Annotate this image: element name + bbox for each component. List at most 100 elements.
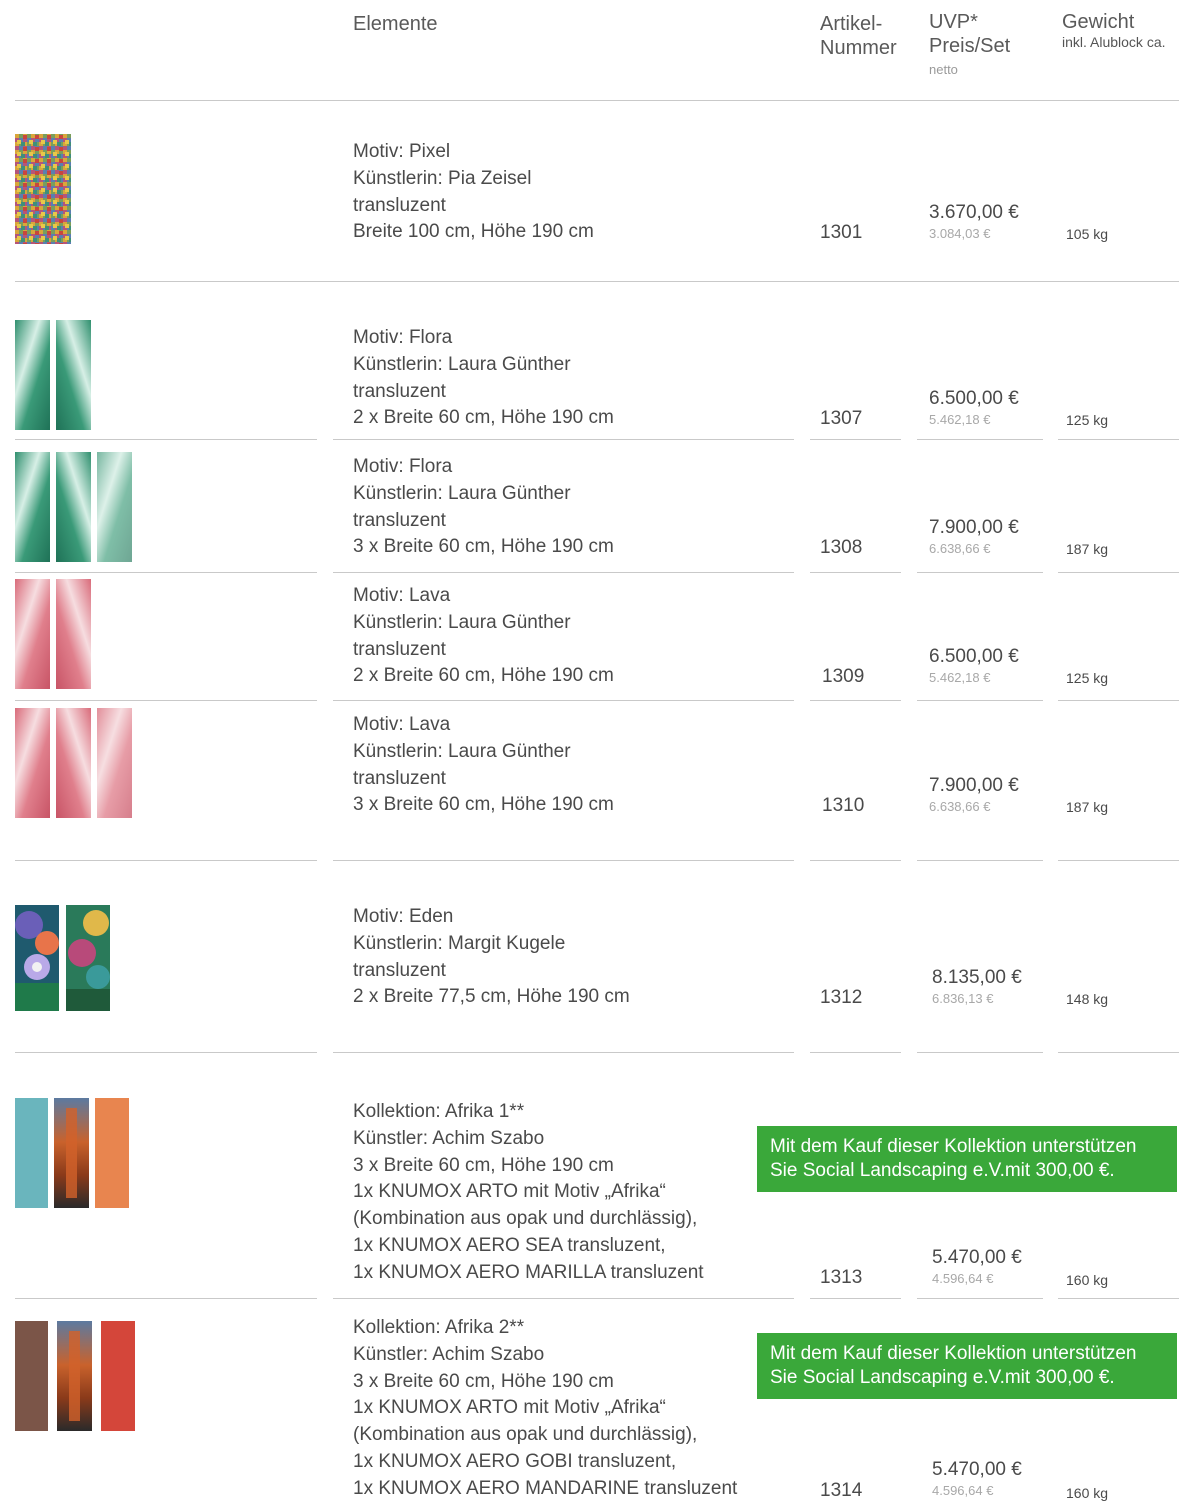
header-divider (15, 100, 1179, 101)
desc-line: Künstlerin: Laura Günther (353, 353, 571, 375)
row-divider (333, 1052, 794, 1053)
row-divider (810, 1298, 901, 1299)
price: 6.500,00 € (929, 388, 1019, 409)
net-price: 5.462,18 € (929, 412, 991, 427)
lava-panel (56, 708, 91, 818)
weight: 105 kg (1066, 226, 1109, 242)
product-description: Motiv: Flora Künstlerin: Laura Günther t… (353, 454, 614, 561)
row-divider (917, 439, 1043, 440)
donation-banner: Mit dem Kauf dieser Kollektion unterstüt… (757, 1126, 1177, 1192)
product-description: Motiv: Lava Künstlerin: Laura Günther tr… (353, 712, 614, 819)
desc-line: Breite 100 cm, Höhe 190 cm (353, 221, 594, 243)
row-divider (1058, 860, 1179, 861)
article-number: 1310 (822, 795, 865, 816)
weight: 160 kg (1066, 1485, 1109, 1501)
flora-panel (56, 452, 91, 562)
header-price: UVP* Preis/Set netto (929, 10, 1010, 82)
desc-line: 1x KNUMOX AERO GOBI transluzent, (353, 1450, 677, 1472)
desc-line: Künstlerin: Laura Günther (353, 611, 571, 633)
row-divider (333, 572, 794, 573)
desc-line: Motiv: Pixel (353, 141, 451, 162)
thumbnail-afrika-2 (15, 1321, 135, 1431)
desc-line: Motiv: Lava (353, 714, 451, 735)
header-price-net: netto (929, 62, 958, 77)
row-divider (333, 439, 794, 440)
weight: 148 kg (1066, 991, 1109, 1007)
row-divider (1058, 700, 1179, 701)
desc-line: Motiv: Lava (353, 585, 451, 606)
desc-line: 1x KNUMOX AERO SEA transluzent, (353, 1234, 666, 1256)
header-weight-sub: inkl. Alublock ca. (1062, 34, 1166, 50)
flora-panel (15, 452, 50, 562)
article-number: 1301 (820, 222, 863, 243)
lava-panel (56, 579, 91, 689)
header-price-line2: Preis/Set (929, 35, 1011, 57)
header-elements: Elemente (353, 13, 438, 35)
desc-line: 3 x Breite 60 cm, Höhe 190 cm (353, 536, 614, 558)
header-weight: Gewicht inkl. Alublock ca. (1062, 10, 1166, 50)
weight: 187 kg (1066, 541, 1109, 557)
lava-panel (97, 708, 132, 818)
row-divider (1058, 1298, 1179, 1299)
banner-line: Mit dem Kauf dieser Kollektion unterstüt… (770, 1136, 1137, 1157)
product-description: Motiv: Pixel Künstlerin: Pia Zeisel tran… (353, 139, 594, 246)
article-number: 1307 (820, 408, 863, 429)
desc-line: Kollektion: Afrika 2** (353, 1317, 525, 1338)
pixel-panel (15, 134, 71, 244)
product-description: Kollektion: Afrika 1** Künstler: Achim S… (353, 1099, 704, 1287)
article-number: 1314 (820, 1480, 863, 1501)
row-divider (333, 700, 794, 701)
desc-line: transluzent (353, 194, 446, 216)
desc-line: Motiv: Eden (353, 906, 454, 927)
thumbnail-pixel (15, 134, 71, 244)
product-description: Motiv: Eden Künstlerin: Margit Kugele tr… (353, 904, 630, 1011)
color-panel-mandarine (101, 1321, 135, 1431)
price: 8.135,00 € (932, 967, 1022, 988)
row-divider (810, 700, 901, 701)
net-price: 3.084,03 € (929, 226, 991, 241)
flora-panel (56, 320, 91, 430)
price: 7.900,00 € (929, 517, 1019, 538)
desc-line: (Kombination aus opak und durchlässig), (353, 1424, 698, 1446)
net-price: 5.462,18 € (929, 670, 991, 685)
lava-panel (15, 579, 50, 689)
thumbnail-flora (15, 320, 91, 430)
desc-line: transluzent (353, 959, 446, 981)
desc-line: 3 x Breite 60 cm, Höhe 190 cm (353, 1154, 614, 1176)
desc-line: transluzent (353, 767, 446, 789)
desc-line: Künstlerin: Margit Kugele (353, 932, 566, 954)
thumbnail-eden (15, 905, 110, 1011)
row-divider (917, 700, 1043, 701)
desc-line: Künstlerin: Laura Günther (353, 482, 571, 504)
row-divider (15, 281, 1179, 282)
article-number: 1312 (820, 987, 863, 1008)
article-number: 1308 (820, 537, 863, 558)
desc-line: Motiv: Flora (353, 327, 453, 348)
lava-panel (15, 708, 50, 818)
eden-panel (15, 905, 59, 1011)
header-price-line1: UVP* (929, 11, 978, 33)
product-description: Motiv: Lava Künstlerin: Laura Günther tr… (353, 583, 614, 690)
row-divider (810, 572, 901, 573)
desc-line: transluzent (353, 509, 446, 531)
desc-line: 3 x Breite 60 cm, Höhe 190 cm (353, 1370, 614, 1392)
row-divider (917, 1052, 1043, 1053)
net-price: 6.836,13 € (932, 991, 994, 1006)
row-divider (917, 1298, 1043, 1299)
afrika-panel (57, 1321, 92, 1431)
price: 5.470,00 € (932, 1459, 1022, 1480)
desc-line: 1x KNUMOX AERO MARILLA transluzent (353, 1261, 704, 1283)
row-divider (917, 860, 1043, 861)
row-divider (15, 572, 317, 573)
net-price: 6.638,66 € (929, 799, 991, 814)
row-divider (15, 700, 317, 701)
afrika-panel (54, 1098, 89, 1208)
weight: 187 kg (1066, 799, 1109, 815)
banner-line: Mit dem Kauf dieser Kollektion unterstüt… (770, 1343, 1137, 1364)
desc-line: transluzent (353, 638, 446, 660)
thumbnail-lava (15, 708, 132, 818)
color-panel-gobi (15, 1321, 48, 1431)
desc-line: Motiv: Flora (353, 456, 453, 477)
banner-line: Sie Social Landscaping e.V.mit 300,00 €. (770, 1367, 1115, 1388)
desc-line: 1x KNUMOX ARTO mit Motiv „Afrika“ (353, 1181, 666, 1203)
